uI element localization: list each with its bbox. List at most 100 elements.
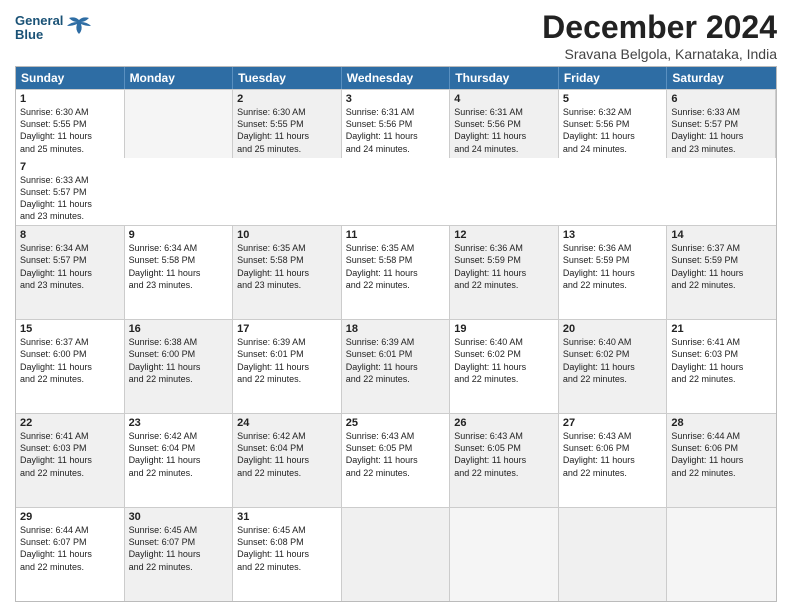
header-saturday: Saturday	[667, 67, 776, 89]
day-3: 3 Sunrise: 6:31 AMSunset: 5:56 PMDaylight…	[342, 90, 451, 158]
page: General Blue December 2024 Sravana Belgo…	[0, 0, 792, 612]
day-num-15: 15	[20, 323, 120, 335]
day-text-16: Sunrise: 6:38 AMSunset: 6:00 PMDaylight:…	[129, 337, 201, 383]
day-27: 27Sunrise: 6:43 AMSunset: 6:06 PMDayligh…	[559, 414, 668, 507]
day-20: 20 Sunrise: 6:40 AMSunset: 6:02 PMDayligh…	[559, 320, 668, 413]
day-12: 12 Sunrise: 6:36 AMSunset: 5:59 PMDayligh…	[450, 226, 559, 319]
header-sunday: Sunday	[16, 67, 125, 89]
day-26: 26Sunrise: 6:43 AMSunset: 6:05 PMDayligh…	[450, 414, 559, 507]
day-text-15: Sunrise: 6:37 AMSunset: 6:00 PMDaylight:…	[20, 337, 92, 383]
day-text-29: Sunrise: 6:44 AMSunset: 6:07 PMDaylight:…	[20, 525, 92, 571]
day-text-3: Sunrise: 6:31 AMSunset: 5:56 PMDaylight:…	[346, 107, 418, 153]
day-num-20: 20	[563, 323, 663, 335]
day-num-16: 16	[129, 323, 229, 335]
header-friday: Friday	[559, 67, 668, 89]
day-text-22: Sunrise: 6:41 AMSunset: 6:03 PMDaylight:…	[20, 431, 92, 477]
day-num-24: 24	[237, 417, 337, 429]
day-text-20: Sunrise: 6:40 AMSunset: 6:02 PMDaylight:…	[563, 337, 635, 383]
day-text-11: Sunrise: 6:35 AMSunset: 5:58 PMDaylight:…	[346, 243, 418, 289]
day-num-28: 28	[671, 417, 772, 429]
day-text-5: Sunrise: 6:32 AMSunset: 5:56 PMDaylight:…	[563, 107, 635, 153]
header: General Blue December 2024 Sravana Belgo…	[15, 10, 777, 62]
day-num-9: 9	[129, 229, 229, 241]
day-31: 31 Sunrise: 6:45 AMSunset: 6:08 PMDayligh…	[233, 508, 342, 601]
month-title: December 2024	[542, 10, 777, 45]
day-num-21: 21	[671, 323, 772, 335]
empty-w4-6	[667, 508, 776, 601]
day-num-25: 25	[346, 417, 446, 429]
day-num-2: 2	[237, 93, 337, 105]
week-1: 1Sunrise: 6:30 AMSunset: 5:55 PMDaylight…	[16, 89, 776, 225]
day-text-25: Sunrise: 6:43 AMSunset: 6:05 PMDaylight:…	[346, 431, 418, 477]
day-text-7: Sunrise: 6:33 AMSunset: 5:57 PMDaylight:…	[20, 175, 92, 221]
day-num-5: 5	[563, 93, 663, 105]
day-text-1: Sunrise: 6:30 AMSunset: 5:55 PMDaylight:…	[20, 107, 92, 153]
day-text-8: Sunrise: 6:34 AMSunset: 5:57 PMDaylight:…	[20, 243, 92, 289]
logo-line2: Blue	[15, 28, 63, 42]
day-10: 10Sunrise: 6:35 AMSunset: 5:58 PMDayligh…	[233, 226, 342, 319]
day-text-18: Sunrise: 6:39 AMSunset: 6:01 PMDaylight:…	[346, 337, 418, 383]
day-text-31: Sunrise: 6:45 AMSunset: 6:08 PMDaylight:…	[237, 525, 309, 571]
day-23: 23Sunrise: 6:42 AMSunset: 6:04 PMDayligh…	[125, 414, 234, 507]
title-section: December 2024 Sravana Belgola, Karnataka…	[542, 10, 777, 62]
day-29: 29 Sunrise: 6:44 AMSunset: 6:07 PMDayligh…	[16, 508, 125, 601]
calendar-body: 1Sunrise: 6:30 AMSunset: 5:55 PMDaylight…	[16, 89, 776, 601]
day-text-21: Sunrise: 6:41 AMSunset: 6:03 PMDaylight:…	[671, 337, 743, 383]
week-5: 29 Sunrise: 6:44 AMSunset: 6:07 PMDayligh…	[16, 507, 776, 601]
header-monday: Monday	[125, 67, 234, 89]
week-3: 15 Sunrise: 6:37 AMSunset: 6:00 PMDayligh…	[16, 319, 776, 413]
day-19: 19Sunrise: 6:40 AMSunset: 6:02 PMDayligh…	[450, 320, 559, 413]
day-5: 5 Sunrise: 6:32 AMSunset: 5:56 PMDaylight…	[559, 90, 668, 158]
location: Sravana Belgola, Karnataka, India	[542, 46, 777, 62]
day-num-11: 11	[346, 229, 446, 241]
day-num-22: 22	[20, 417, 120, 429]
day-2: 2 Sunrise: 6:30 AMSunset: 5:55 PMDaylight…	[233, 90, 342, 158]
day-30: 30 Sunrise: 6:45 AMSunset: 6:07 PMDayligh…	[125, 508, 234, 601]
day-text-24: Sunrise: 6:42 AMSunset: 6:04 PMDaylight:…	[237, 431, 309, 477]
day-num-12: 12	[454, 229, 554, 241]
day-text-12: Sunrise: 6:36 AMSunset: 5:59 PMDaylight:…	[454, 243, 526, 289]
day-num-29: 29	[20, 511, 120, 523]
day-text-13: Sunrise: 6:36 AMSunset: 5:59 PMDaylight:…	[563, 243, 635, 289]
day-num-26: 26	[454, 417, 554, 429]
day-text-6: Sunrise: 6:33 AMSunset: 5:57 PMDaylight:…	[671, 107, 743, 153]
day-28: 28Sunrise: 6:44 AMSunset: 6:06 PMDayligh…	[667, 414, 776, 507]
day-9: 9 Sunrise: 6:34 AMSunset: 5:58 PMDaylight…	[125, 226, 234, 319]
day-25: 25 Sunrise: 6:43 AMSunset: 6:05 PMDayligh…	[342, 414, 451, 507]
day-num-17: 17	[237, 323, 337, 335]
day-14: 14Sunrise: 6:37 AMSunset: 5:59 PMDayligh…	[667, 226, 776, 319]
day-num-6: 6	[671, 93, 771, 105]
day-11: 11 Sunrise: 6:35 AMSunset: 5:58 PMDayligh…	[342, 226, 451, 319]
day-num-4: 4	[454, 93, 554, 105]
day-21: 21 Sunrise: 6:41 AMSunset: 6:03 PMDayligh…	[667, 320, 776, 413]
empty-w4-4	[450, 508, 559, 601]
day-15: 15 Sunrise: 6:37 AMSunset: 6:00 PMDayligh…	[16, 320, 125, 413]
day-6: 6 Sunrise: 6:33 AMSunset: 5:57 PMDaylight…	[667, 90, 776, 158]
day-num-18: 18	[346, 323, 446, 335]
day-text-30: Sunrise: 6:45 AMSunset: 6:07 PMDaylight:…	[129, 525, 201, 571]
day-num-3: 3	[346, 93, 446, 105]
empty-w4-3	[342, 508, 451, 601]
day-4: 4 Sunrise: 6:31 AMSunset: 5:56 PMDaylight…	[450, 90, 559, 158]
day-num-14: 14	[671, 229, 772, 241]
day-num-23: 23	[129, 417, 229, 429]
day-1: 1Sunrise: 6:30 AMSunset: 5:55 PMDaylight…	[16, 90, 125, 158]
day-13: 13Sunrise: 6:36 AMSunset: 5:59 PMDayligh…	[559, 226, 668, 319]
empty-w4-5	[559, 508, 668, 601]
day-num-31: 31	[237, 511, 337, 523]
day-num-7: 7	[20, 161, 121, 173]
day-num-27: 27	[563, 417, 663, 429]
day-text-17: Sunrise: 6:39 AMSunset: 6:01 PMDaylight:…	[237, 337, 309, 383]
day-22: 22 Sunrise: 6:41 AMSunset: 6:03 PMDayligh…	[16, 414, 125, 507]
day-text-9: Sunrise: 6:34 AMSunset: 5:58 PMDaylight:…	[129, 243, 201, 289]
day-empty-0	[125, 90, 234, 158]
day-text-2: Sunrise: 6:30 AMSunset: 5:55 PMDaylight:…	[237, 107, 309, 153]
header-thursday: Thursday	[450, 67, 559, 89]
header-tuesday: Tuesday	[233, 67, 342, 89]
day-text-4: Sunrise: 6:31 AMSunset: 5:56 PMDaylight:…	[454, 107, 526, 153]
day-num-30: 30	[129, 511, 229, 523]
logo-bird-icon	[65, 16, 93, 40]
day-18: 18 Sunrise: 6:39 AMSunset: 6:01 PMDayligh…	[342, 320, 451, 413]
calendar-header: Sunday Monday Tuesday Wednesday Thursday…	[16, 67, 776, 89]
logo-line1: General	[15, 14, 63, 28]
